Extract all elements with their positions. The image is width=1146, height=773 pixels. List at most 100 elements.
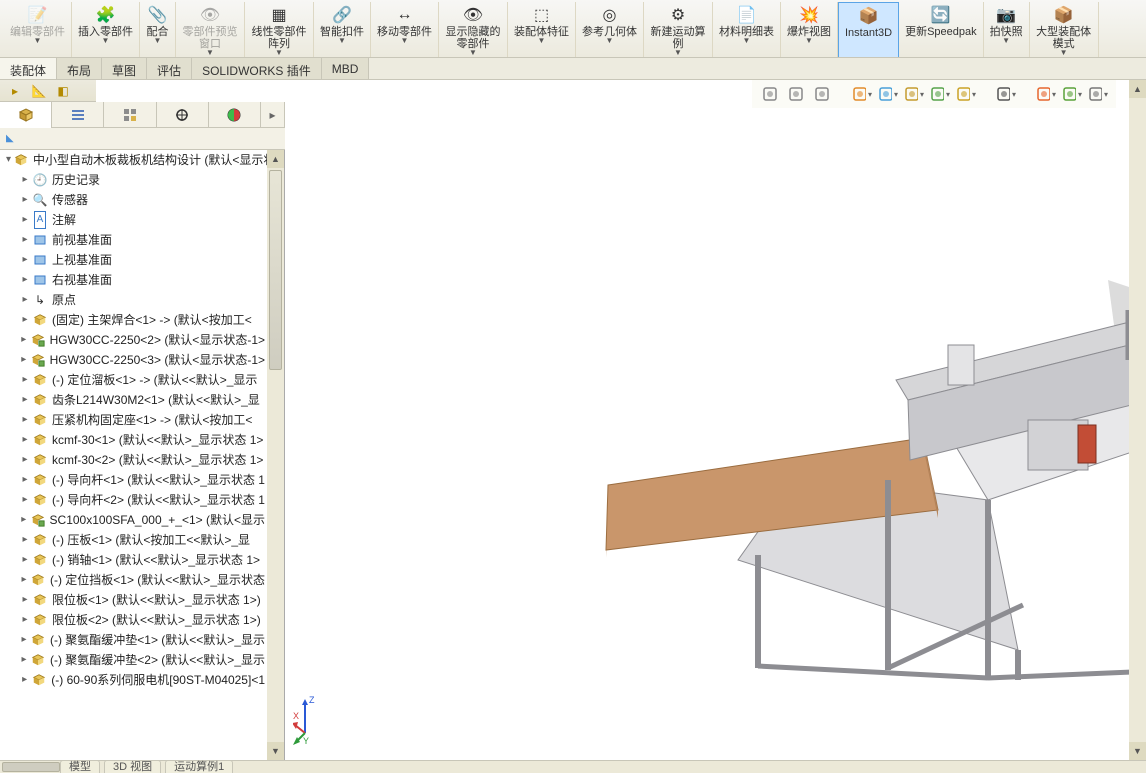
screen-icon[interactable] (1088, 84, 1108, 104)
cube-tab-icon[interactable] (0, 102, 52, 128)
expander-icon[interactable]: ▸ (20, 552, 30, 568)
expander-icon[interactable]: ▸ (20, 652, 28, 668)
tree-node[interactable]: ▸(-) 压板<1> (默认<按加工<<默认>_显 (0, 530, 267, 550)
expander-icon[interactable]: ▸ (20, 352, 28, 368)
expander-icon[interactable]: ▸ (20, 532, 30, 548)
bottom-tab-运动算例1[interactable]: 运动算例1 (165, 760, 233, 773)
expander-icon[interactable]: ▸ (20, 572, 28, 588)
tree-node[interactable]: ▸压紧机构固定座<1> -> (默认<按加工< (0, 410, 267, 430)
expander-icon[interactable]: ▸ (20, 312, 30, 328)
expander-icon[interactable]: ▸ (20, 252, 30, 268)
view-cube-icon[interactable] (956, 84, 976, 104)
expander-icon[interactable]: ▸ (20, 632, 28, 648)
expander-icon[interactable]: ▸ (20, 612, 30, 628)
tree-scrollbar[interactable]: ▲ ▼ (267, 150, 284, 760)
ruler-icon[interactable]: 📐 (32, 84, 46, 98)
tree-node[interactable]: ▸(固定) 主架焊合<1> -> (默认<按加工< (0, 310, 267, 330)
ribbon-btn-15[interactable]: 📷拍快照▼ (984, 2, 1030, 58)
tree-node[interactable]: ▸(-) 聚氨酯缓冲垫<1> (默认<<默认>_显示 (0, 630, 267, 650)
expander-icon[interactable]: ▸ (20, 292, 30, 308)
ribbon-btn-10[interactable]: ⚙新建运动算例▼ (644, 2, 713, 58)
appearance-icon[interactable] (1036, 84, 1056, 104)
feature-filter-row[interactable]: ◣ (0, 128, 285, 150)
zoom-prev-icon[interactable] (812, 84, 832, 104)
ribbon-btn-7[interactable]: 👁显示隐藏的零部件▼ (439, 2, 508, 58)
ribbon-btn-14[interactable]: 🔄更新Speedpak (899, 2, 984, 58)
hscroll-thumb[interactable] (2, 762, 60, 772)
tree-node[interactable]: ▸(-) 导向杆<2> (默认<<默认>_显示状态 1 (0, 490, 267, 510)
viewport-vscrollbar[interactable]: ▲ ▼ (1129, 80, 1146, 760)
ribbon-btn-8[interactable]: ⬚装配体特征▼ (508, 2, 576, 58)
dim-tab-icon[interactable] (157, 102, 209, 128)
expander-icon[interactable]: ▸ (20, 672, 29, 688)
scroll-up-icon[interactable]: ▲ (267, 150, 284, 168)
zoom-fit-icon[interactable] (760, 84, 780, 104)
graphics-viewport[interactable] (285, 80, 1129, 760)
ribbon-btn-13[interactable]: 📦Instant3D (838, 2, 899, 58)
ribbon-btn-2[interactable]: 📎配合▼ (140, 2, 176, 58)
cmd-tab-SOLIDWORKS 插件[interactable]: SOLIDWORKS 插件 (192, 58, 322, 79)
scroll-down-icon[interactable]: ▼ (267, 742, 284, 760)
tree-node[interactable]: ▸(-) 定位挡板<1> (默认<<默认>_显示状态 (0, 570, 267, 590)
ribbon-btn-5[interactable]: 🔗智能扣件▼ (314, 2, 371, 58)
cmd-tab-装配体[interactable]: 装配体 (0, 58, 57, 79)
tree-node[interactable]: ▸(-) 导向杆<1> (默认<<默认>_显示状态 1 (0, 470, 267, 490)
orient-icon[interactable] (878, 84, 898, 104)
expander-icon[interactable]: ▸ (20, 372, 30, 388)
expander-icon[interactable]: ▸ (20, 592, 30, 608)
tree-node[interactable]: ▸↳原点 (0, 290, 267, 310)
expander-icon[interactable]: ▸ (20, 212, 30, 228)
expander-icon[interactable]: ▾ (6, 152, 11, 168)
bottom-tab-3D 视图[interactable]: 3D 视图 (104, 760, 161, 773)
expander-icon[interactable]: ▸ (20, 472, 30, 488)
display-icon[interactable] (904, 84, 924, 104)
ribbon-btn-11[interactable]: 📄材料明细表▼ (713, 2, 781, 58)
ribbon-btn-12[interactable]: 💥爆炸视图▼ (781, 2, 838, 58)
expander-icon[interactable]: ▸ (20, 512, 28, 528)
panel-expand-icon[interactable]: ▸ (261, 102, 285, 128)
expander-icon[interactable]: ▸ (20, 392, 30, 408)
tree-node[interactable]: ▸HGW30CC-2250<2> (默认<显示状态-1> (0, 330, 267, 350)
expander-icon[interactable]: ▸ (20, 492, 30, 508)
tree-node[interactable]: ▸限位板<1> (默认<<默认>_显示状态 1>) (0, 590, 267, 610)
bottom-tab-模型[interactable]: 模型 (60, 760, 100, 773)
ribbon-btn-16[interactable]: 📦大型装配体模式▼ (1030, 2, 1099, 58)
zoom-area-icon[interactable] (786, 84, 806, 104)
cube-icon[interactable]: ◧ (56, 84, 70, 98)
config-tab-icon[interactable] (104, 102, 156, 128)
cmd-tab-布局[interactable]: 布局 (57, 58, 102, 79)
expander-icon[interactable]: ▸ (20, 172, 30, 188)
tree-node[interactable]: ▸HGW30CC-2250<3> (默认<显示状态-1> (0, 350, 267, 370)
eye-icon[interactable] (996, 84, 1016, 104)
tree-node[interactable]: ▸A注解 (0, 210, 267, 230)
tree-node[interactable]: ▸(-) 聚氨酯缓冲垫<2> (默认<<默认>_显示 (0, 650, 267, 670)
tree-node[interactable]: ▸齿条L214W30M2<1> (默认<<默认>_显 (0, 390, 267, 410)
scroll-up-icon[interactable]: ▲ (1129, 80, 1146, 98)
expander-icon[interactable]: ▸ (20, 192, 30, 208)
feature-tree-scroll[interactable]: ▾中小型自动木板裁板机结构设计 (默认<显示状▸🕘历史记录▸🔍传感器▸A注解▸前… (0, 150, 284, 760)
ribbon-btn-0[interactable]: 📝编辑零部件▼ (4, 2, 72, 58)
tree-node[interactable]: ▸kcmf-30<1> (默认<<默认>_显示状态 1> (0, 430, 267, 450)
tree-node[interactable]: ▸🔍传感器 (0, 190, 267, 210)
tree-node[interactable]: ▸前视基准面 (0, 230, 267, 250)
section-icon[interactable] (852, 84, 872, 104)
assembly-root-node[interactable]: ▾中小型自动木板裁板机结构设计 (默认<显示状 (0, 150, 267, 170)
tree-node[interactable]: ▸(-) 60-90系列伺服电机[90ST-M04025]<1 (0, 670, 267, 690)
expander-icon[interactable]: ▸ (20, 332, 28, 348)
expand-icon[interactable]: ▸ (8, 84, 22, 98)
tree-node[interactable]: ▸右视基准面 (0, 270, 267, 290)
tree-node[interactable]: ▸上视基准面 (0, 250, 267, 270)
ribbon-btn-9[interactable]: ◎参考几何体▼ (576, 2, 644, 58)
scroll-thumb[interactable] (269, 170, 282, 370)
ribbon-btn-3[interactable]: 👁零部件预览窗口▼ (176, 2, 245, 58)
tree-node[interactable]: ▸(-) 销轴<1> (默认<<默认>_显示状态 1> (0, 550, 267, 570)
cmd-tab-评估[interactable]: 评估 (147, 58, 192, 79)
tree-node[interactable]: ▸kcmf-30<2> (默认<<默认>_显示状态 1> (0, 450, 267, 470)
tree-node[interactable]: ▸🕘历史记录 (0, 170, 267, 190)
scroll-down-icon[interactable]: ▼ (1129, 742, 1146, 760)
appearance-tab-icon[interactable] (209, 102, 261, 128)
scene-icon[interactable] (930, 84, 950, 104)
cmd-tab-草图[interactable]: 草图 (102, 58, 147, 79)
expander-icon[interactable]: ▸ (20, 452, 30, 468)
ribbon-btn-1[interactable]: 🧩插入零部件▼ (72, 2, 140, 58)
